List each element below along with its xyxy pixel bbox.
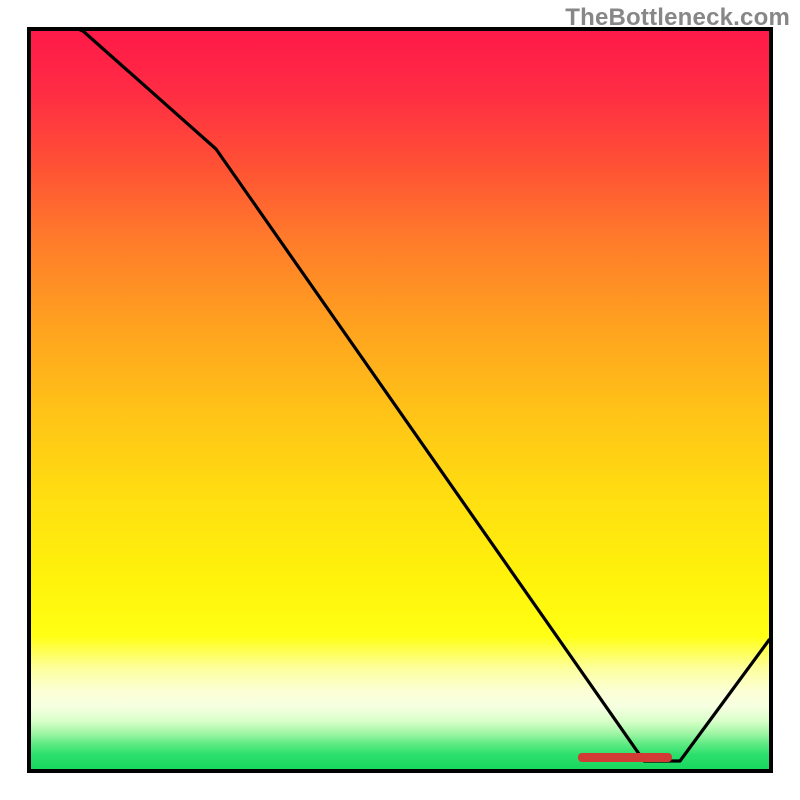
chart-line-layer	[31, 31, 769, 769]
chart-container: TheBottleneck.com	[0, 0, 800, 800]
chart-plot-area	[27, 27, 773, 773]
chart-series-line	[31, 31, 769, 761]
chart-annotation-marker	[578, 753, 672, 762]
